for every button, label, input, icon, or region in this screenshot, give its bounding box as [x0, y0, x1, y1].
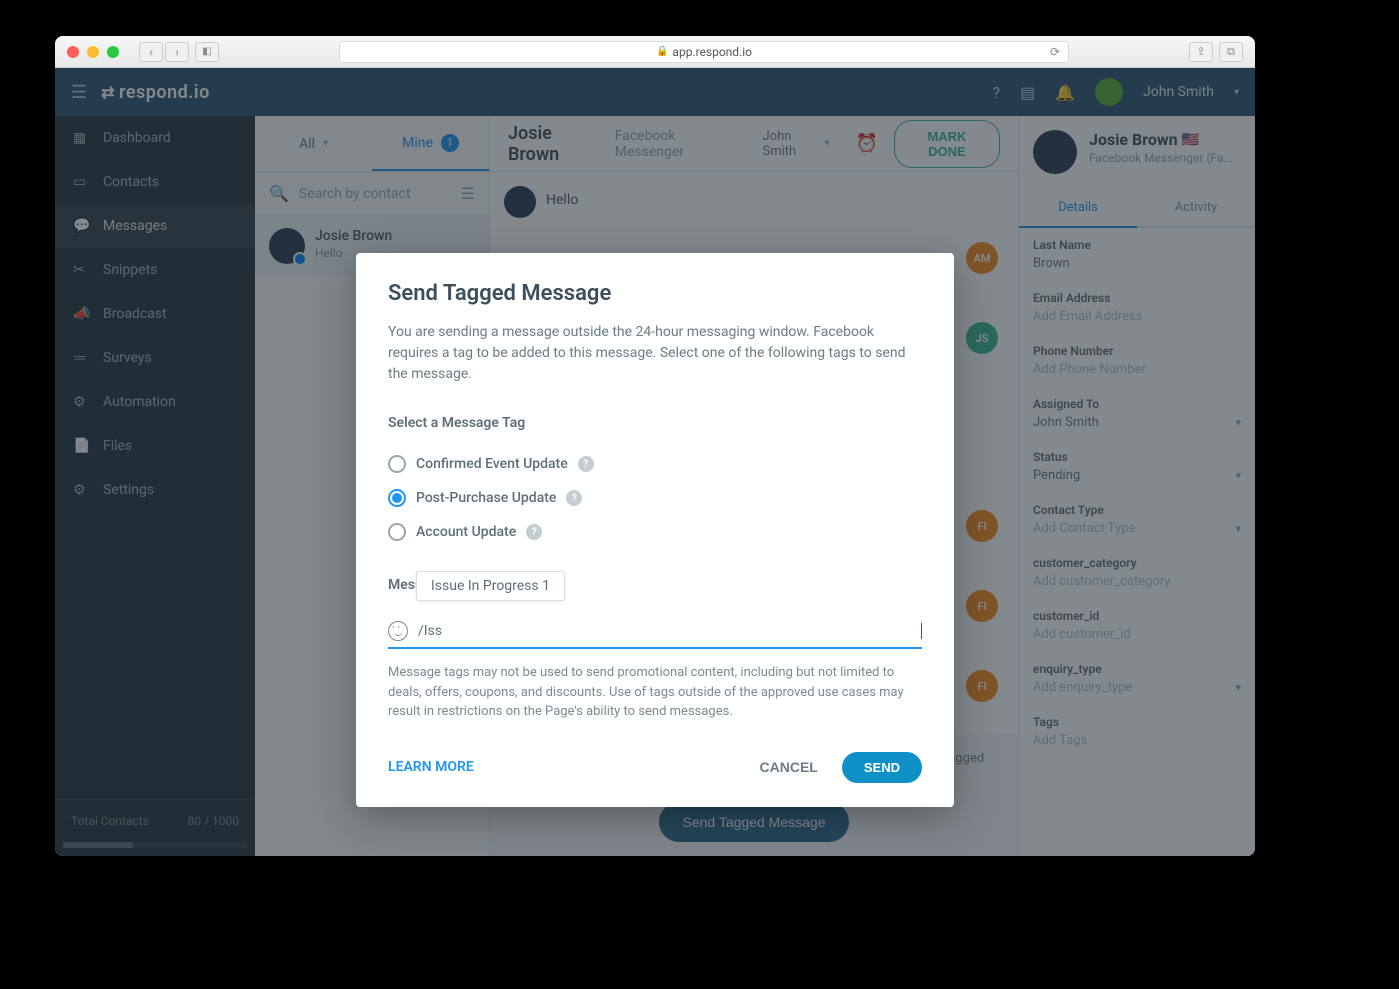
emoji-icon[interactable] — [388, 621, 408, 641]
url-text: app.respond.io — [672, 45, 752, 59]
address-bar[interactable]: 🔒 app.respond.io ⟳ — [339, 41, 1069, 63]
minimize-window-icon[interactable] — [87, 46, 99, 58]
help-icon[interactable]: ? — [578, 456, 594, 472]
radio-post-purchase[interactable]: Post-Purchase Update? — [388, 481, 922, 515]
close-window-icon[interactable] — [67, 46, 79, 58]
send-tagged-message-modal: Send Tagged Message You are sending a me… — [356, 253, 954, 807]
refresh-icon[interactable]: ⟳ — [1050, 45, 1060, 59]
cancel-button[interactable]: CANCEL — [760, 759, 818, 775]
tag-radio-group: Confirmed Event Update? Post-Purchase Up… — [388, 447, 922, 549]
nav-arrow-group: ‹ › — [139, 42, 189, 62]
forward-button[interactable]: › — [165, 42, 189, 62]
share-icon[interactable]: ⇪ — [1189, 42, 1213, 62]
disclaimer-text: Message tags may not be used to send pro… — [388, 663, 922, 722]
tabs-icon[interactable]: ⧉ — [1219, 42, 1243, 62]
radio-icon — [388, 455, 406, 473]
modal-title: Send Tagged Message — [388, 281, 922, 306]
browser-toolbar: ‹ › ◧ 🔒 app.respond.io ⟳ ⇪ ⧉ — [55, 36, 1255, 68]
sidebar-toggle-icon[interactable]: ◧ — [195, 42, 219, 62]
radio-account-update[interactable]: Account Update? — [388, 515, 922, 549]
back-button[interactable]: ‹ — [139, 42, 163, 62]
modal-actions: LEARN MORE CANCEL SEND — [388, 752, 922, 783]
lock-icon: 🔒 — [656, 46, 668, 57]
snippet-suggestion[interactable]: Issue In Progress 1 — [416, 571, 565, 601]
radio-icon — [388, 523, 406, 541]
message-input-section: Message Text Issue In Progress 1 /Iss — [388, 577, 922, 649]
chrome-action-group: ⇪ ⧉ — [1189, 42, 1243, 62]
message-input-row: /Iss — [388, 611, 922, 649]
send-button[interactable]: SEND — [842, 752, 922, 783]
browser-window: ‹ › ◧ 🔒 app.respond.io ⟳ ⇪ ⧉ + ☰ ⇄ respo… — [55, 36, 1255, 856]
traffic-lights — [67, 46, 119, 58]
modal-overlay[interactable]: Send Tagged Message You are sending a me… — [55, 68, 1255, 856]
radio-icon — [388, 489, 406, 507]
help-icon[interactable]: ? — [526, 524, 542, 540]
modal-description: You are sending a message outside the 24… — [388, 322, 922, 385]
message-input[interactable]: /Iss — [418, 623, 922, 639]
radio-confirmed-event[interactable]: Confirmed Event Update? — [388, 447, 922, 481]
select-tag-label: Select a Message Tag — [388, 415, 922, 431]
maximize-window-icon[interactable] — [107, 46, 119, 58]
app-root: ☰ ⇄ respond.io ? ▤ 🔔 John Smith ▾ ▦Dashb… — [55, 68, 1255, 856]
learn-more-link[interactable]: LEARN MORE — [388, 759, 474, 775]
help-icon[interactable]: ? — [566, 490, 582, 506]
